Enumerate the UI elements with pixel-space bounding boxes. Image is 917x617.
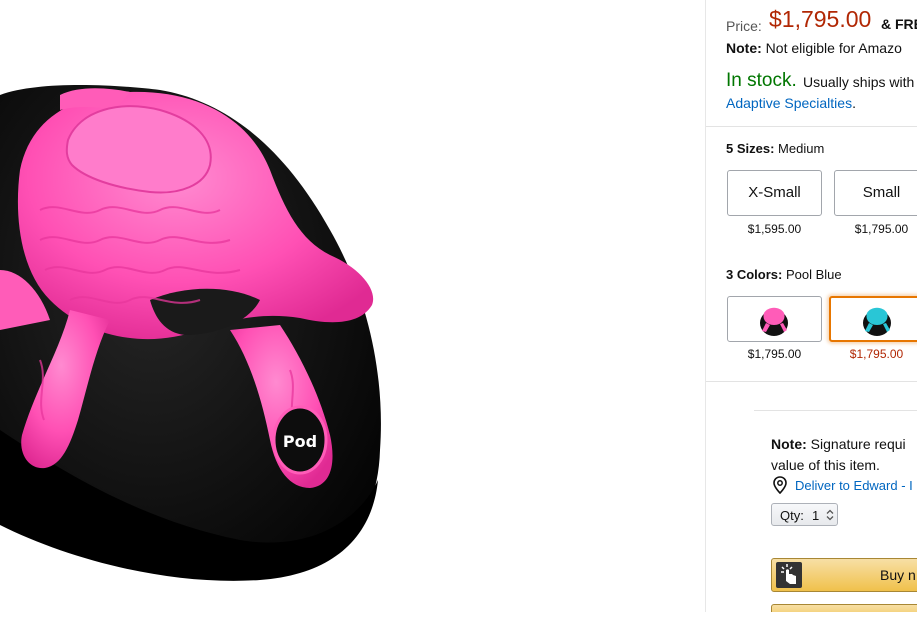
quantity-value: 1 xyxy=(812,508,820,523)
baby-seat-image: Pod xyxy=(0,85,381,581)
deliver-to-link[interactable]: Deliver to Edward - I xyxy=(795,478,913,493)
size-option-x-small[interactable]: X-Small xyxy=(727,170,822,216)
color-option-price: $1,795.00 xyxy=(747,347,802,361)
signature-note-text: Signature requi xyxy=(810,436,906,452)
click-hand-icon xyxy=(781,564,796,584)
location-pin-icon xyxy=(773,476,787,494)
ships-text: Usually ships with xyxy=(803,74,915,90)
size-option-small[interactable]: Small xyxy=(834,170,917,216)
price-value: $1,795.00 xyxy=(769,6,872,32)
buy-box: Price: $1,795.00 & FRE Note: Not eligibl… xyxy=(705,0,917,612)
stepper-arrows-icon xyxy=(826,509,834,521)
color-option-price: $1,795.00 xyxy=(849,347,904,361)
divider xyxy=(754,410,917,411)
sizes-count: 5 Sizes: xyxy=(726,141,775,156)
buy-now-button[interactable]: Buy n xyxy=(771,558,917,592)
note-text: Not eligible for Amazo xyxy=(765,40,902,56)
colors-label: 3 Colors: Pool Blue xyxy=(726,267,842,282)
colors-selected: Pool Blue xyxy=(785,267,842,282)
free-shipping-label: & FRE xyxy=(881,16,917,32)
seller-line: Adaptive Specialties. xyxy=(726,95,856,111)
size-option-price: $1,595.00 xyxy=(747,222,802,236)
signature-note-text-2: value of this item. xyxy=(771,457,880,473)
seller-period: . xyxy=(852,95,856,111)
color-option-pool-blue[interactable] xyxy=(829,296,917,342)
blue-seat-thumbnail xyxy=(863,307,891,336)
stock-status: In stock. xyxy=(726,70,797,91)
divider xyxy=(706,381,917,382)
note-label: Note: xyxy=(726,40,762,56)
divider xyxy=(706,126,917,127)
seller-link[interactable]: Adaptive Specialties xyxy=(726,95,852,111)
size-option-label: Small xyxy=(862,184,901,201)
colors-count: 3 Colors: xyxy=(726,267,783,282)
sizes-selected: Medium xyxy=(778,141,825,156)
quantity-select[interactable]: Qty: 1 xyxy=(771,503,838,526)
eligibility-note: Note: Not eligible for Amazo xyxy=(726,40,902,56)
buy-now-label: Buy n xyxy=(880,567,916,583)
color-option-pink[interactable] xyxy=(727,296,822,342)
add-to-cart-button[interactable] xyxy=(771,604,917,612)
size-option-price: $1,795.00 xyxy=(854,222,909,236)
product-image[interactable]: Pod xyxy=(0,0,700,612)
sizes-label: 5 Sizes: Medium xyxy=(726,141,824,156)
signature-note-label: Note: xyxy=(771,436,807,452)
signature-note: Note: Signature requi xyxy=(771,436,906,452)
pink-seat-thumbnail xyxy=(760,307,788,336)
logo-text: Pod xyxy=(283,432,317,451)
size-option-label: X-Small xyxy=(748,184,801,201)
buy-now-icon-box xyxy=(776,562,802,588)
quantity-label: Qty: xyxy=(780,508,804,523)
price-label: Price: xyxy=(726,18,762,34)
